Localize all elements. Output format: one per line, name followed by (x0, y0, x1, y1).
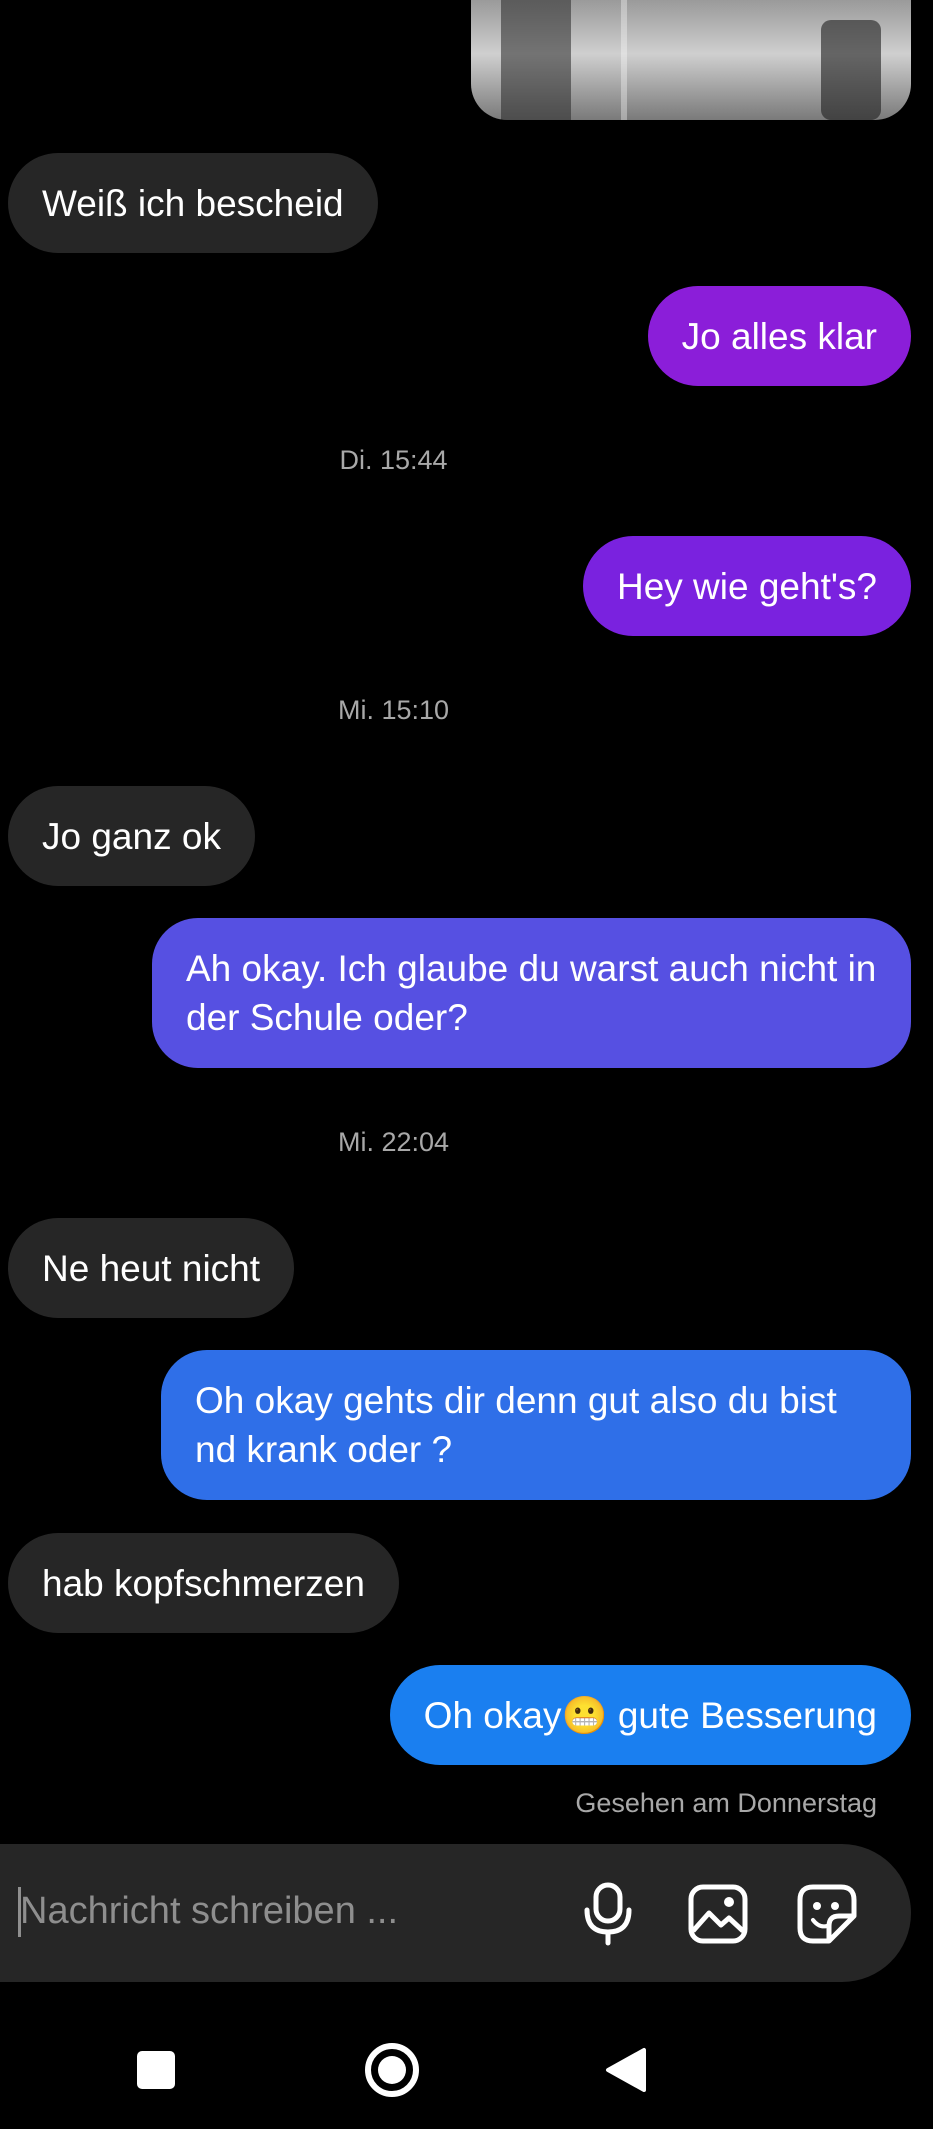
message-text: Jo alles klar (681, 315, 877, 357)
photo-detail (821, 20, 881, 120)
back-triangle-icon[interactable] (604, 2046, 648, 2094)
sticker-icon[interactable] (795, 1882, 859, 1946)
message-text: Weiß ich bescheid (42, 182, 344, 224)
microphone-icon[interactable] (576, 1882, 640, 1946)
message-incoming[interactable]: Jo ganz ok (8, 786, 255, 886)
message-incoming[interactable]: hab kopfschmerzen (8, 1533, 399, 1633)
message-outgoing[interactable]: Jo alles klar (647, 286, 911, 386)
shared-photo[interactable] (471, 0, 911, 120)
message-outgoing[interactable]: Hey wie geht's? (582, 536, 911, 636)
message-outgoing[interactable]: Ah okay. Ich glaube du warst auch nicht … (152, 918, 911, 1068)
recents-square-icon[interactable] (134, 2048, 178, 2092)
message-text: Jo ganz ok (42, 815, 221, 857)
timestamp: Mi. 22:04 (337, 1127, 450, 1157)
timestamp: Mi. 15:10 (337, 695, 450, 725)
home-circle-icon[interactable] (364, 2042, 420, 2098)
message-incoming[interactable]: Ne heut nicht (8, 1218, 295, 1318)
message-text: Oh okay😬 gute Besserung (423, 1694, 877, 1736)
photo-shadow (501, 0, 571, 120)
read-receipt: Gesehen am Donnerstag (575, 1788, 877, 1818)
message-incoming[interactable]: Weiß ich bescheid (8, 153, 378, 253)
message-text: Hey wie geht's? (616, 565, 877, 607)
message-composer: Nachricht schreiben ... (0, 1844, 911, 1982)
message-text: Oh okay gehts dir denn gut also du bist … (195, 1380, 837, 1470)
message-text: hab kopfschmerzen (42, 1562, 365, 1604)
image-icon[interactable] (686, 1882, 750, 1946)
message-outgoing[interactable]: Oh okay😬 gute Besserung (389, 1665, 911, 1765)
message-outgoing[interactable]: Oh okay gehts dir denn gut also du bist … (161, 1350, 911, 1500)
message-text: Ne heut nicht (42, 1247, 261, 1289)
photo-fold (621, 0, 627, 120)
message-input[interactable]: Nachricht schreiben ... (20, 1890, 398, 1933)
message-text: Ah okay. Ich glaube du warst auch nicht … (186, 948, 877, 1038)
timestamp: Di. 15:44 (339, 445, 448, 475)
system-navigation-bar (0, 2010, 933, 2129)
